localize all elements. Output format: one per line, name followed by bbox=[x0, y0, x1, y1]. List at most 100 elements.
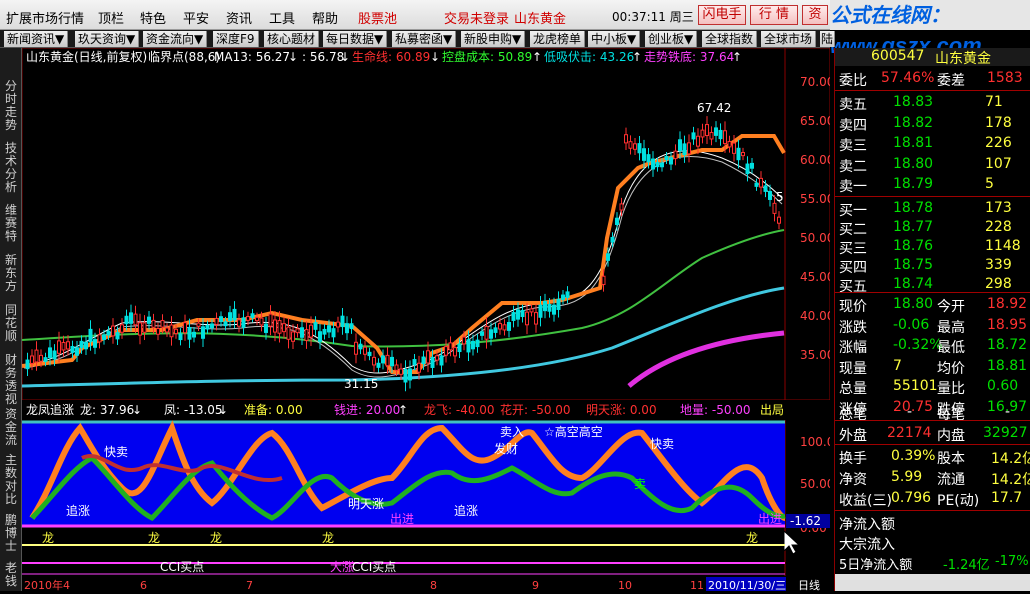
sidebar-item-tonghuashun[interactable]: 同花顺 bbox=[0, 304, 22, 346]
bid-price: 18.78 bbox=[893, 200, 934, 216]
fast-sell-label: 快卖 bbox=[104, 445, 128, 459]
tab-global-market[interactable]: 全球市场 bbox=[761, 31, 817, 47]
bottom-scroll-strip[interactable] bbox=[835, 574, 1030, 591]
info-button[interactable]: 资 bbox=[802, 5, 828, 25]
bid-volume: 228 bbox=[985, 219, 1012, 235]
menu-tools[interactable]: 工具 bbox=[269, 8, 295, 27]
stat-row: 现量 7 均价 18.81 bbox=[835, 356, 1030, 377]
tab-dragon-tiger[interactable]: 龙虎榜单 bbox=[530, 31, 586, 47]
life-line-arrow: ↓ bbox=[430, 50, 440, 64]
stat-label: 涨跌 bbox=[839, 319, 867, 336]
menu-feature[interactable]: 特色 bbox=[140, 8, 166, 27]
menu-pingan[interactable]: 平安 bbox=[183, 8, 209, 27]
per-trade-label: 每笔 bbox=[937, 407, 965, 423]
control-cost-arrow: ↑ bbox=[532, 50, 542, 64]
kline-chart-svg[interactable]: 山东黄金(日线,前复权) 临界点(88,6) MA13: 56.27 ↓ : 5… bbox=[21, 47, 834, 592]
sidebar-item-timeshare[interactable]: 分时走势 bbox=[0, 80, 22, 134]
x-label: 11 bbox=[690, 579, 704, 591]
tab-core-topic[interactable]: 核心题材 bbox=[264, 31, 320, 47]
tab-daily-data[interactable]: 每日数据▼ bbox=[323, 31, 388, 47]
trades-label: 总笔 bbox=[839, 407, 867, 423]
stat-value-2: 18.92 bbox=[987, 296, 1028, 312]
fund-value: 0.39% bbox=[891, 448, 936, 464]
flash-trade-button[interactable]: 闪电手 bbox=[698, 5, 746, 25]
stat-value-2: 18.72 bbox=[987, 337, 1028, 353]
y-tick: 50.00 bbox=[800, 231, 830, 245]
dragon-mark: 龙 bbox=[322, 531, 334, 545]
tab-ipo[interactable]: 新股申购▼ bbox=[461, 31, 526, 47]
quote-panel: 600547 山东黄金 委比 57.46% 委差 1583 卖五 18.83 71 卖… bbox=[834, 48, 1030, 591]
x-label: 2010年4 bbox=[24, 578, 70, 591]
sidebar-item-fund-flow[interactable]: 资金流 bbox=[0, 408, 22, 450]
ma13-value: MA13: 56.27 bbox=[214, 50, 290, 64]
fund-row: 收益(三) 0.796 PE(动) 17.7 bbox=[835, 488, 1030, 509]
outer-label: 外盘 bbox=[839, 428, 867, 444]
tab-gem[interactable]: 创业板▼ bbox=[645, 31, 698, 47]
weicha-label: 委差 bbox=[937, 73, 965, 89]
chase-label: 追涨 bbox=[66, 503, 90, 518]
ask-price: 18.80 bbox=[893, 155, 934, 172]
dragon-mark: 龙 bbox=[210, 531, 222, 545]
trades-value: - bbox=[907, 404, 913, 420]
low-price-label: 31.15 bbox=[344, 377, 378, 391]
sidebar-item-tech-analysis[interactable]: 技术分析 bbox=[0, 142, 22, 196]
side-label: 5 bbox=[776, 190, 784, 204]
ma-b-arrow: ↓ bbox=[340, 50, 350, 64]
ask-volume: 71 bbox=[985, 94, 1003, 110]
ask-label: 卖五 bbox=[839, 97, 867, 113]
tab-more[interactable]: 陆 bbox=[820, 31, 836, 47]
quote-button[interactable]: 行 情 bbox=[750, 5, 798, 25]
trend-bottom-arrow: ↑ bbox=[732, 50, 742, 64]
tab-private-fund[interactable]: 私募密函▼ bbox=[392, 31, 457, 47]
tab-news[interactable]: 新闻资讯▼ bbox=[4, 31, 69, 47]
sidebar-item-pengboshi[interactable]: 鹏博士 bbox=[0, 514, 22, 556]
tab-jiutian[interactable]: 玖天资询▼ bbox=[75, 31, 140, 47]
exit-label: 出局 bbox=[760, 403, 784, 417]
five-day-pct: -17% bbox=[995, 554, 1029, 569]
money-in-value: 钱进: 20.00 bbox=[334, 402, 400, 417]
dragon-fly-value: 龙飞: -40.00 bbox=[424, 403, 495, 417]
bid-price: 18.75 bbox=[893, 257, 934, 273]
fund-label-2: 股本 bbox=[937, 451, 965, 467]
fund-value-2: 14.2亿 bbox=[991, 451, 1030, 467]
tab-global-index[interactable]: 全球指数 bbox=[702, 31, 758, 47]
y-tick: 45.00 bbox=[800, 270, 830, 284]
sidebar-item-new-orient[interactable]: 新东方 bbox=[0, 254, 22, 296]
sidebar-item-laoqian[interactable]: 老钱 bbox=[0, 562, 22, 590]
stat-label-2: 量比 bbox=[937, 381, 965, 397]
inner-label: 内盘 bbox=[937, 428, 965, 444]
bid-volume: 339 bbox=[985, 257, 1012, 273]
login-status[interactable]: 交易未登录 bbox=[444, 8, 509, 27]
weibi-label: 委比 bbox=[839, 73, 867, 89]
sidebar-item-weisaite[interactable]: 维赛特 bbox=[0, 204, 22, 246]
clock: 00:37:11 周三 bbox=[612, 10, 694, 24]
y-tick: 65.00 bbox=[800, 114, 830, 128]
sidebar-item-main-compare[interactable]: 主数对比 bbox=[0, 454, 22, 508]
menu-help[interactable]: 帮助 bbox=[312, 8, 338, 27]
sidebar-item-finance[interactable]: 财务透视 bbox=[0, 354, 22, 408]
fund-value-2: 14.2亿 bbox=[991, 472, 1030, 488]
menu-top-bar[interactable]: 顶栏 bbox=[98, 8, 124, 27]
net-inflow-row: 净流入额 bbox=[835, 512, 1030, 533]
menu-ext-market[interactable]: 扩展市场行情 bbox=[6, 8, 84, 27]
stat-label: 现量 bbox=[839, 360, 867, 377]
tab-depth[interactable]: 深度F9 bbox=[213, 31, 259, 47]
separator bbox=[835, 510, 1030, 511]
x-label: 9 bbox=[532, 579, 539, 591]
fast-sell-label-2: 快卖 bbox=[650, 437, 674, 451]
long-arrow: ↓ bbox=[132, 403, 142, 417]
stat-value: 7 bbox=[893, 357, 902, 374]
stat-row: 涨幅 -0.32% 最低 18.72 bbox=[835, 335, 1030, 356]
stat-value-2: 18.81 bbox=[987, 357, 1028, 374]
tab-fund-flow[interactable]: 资金流向▼ bbox=[143, 31, 208, 47]
tab-sme[interactable]: 中小板▼ bbox=[588, 31, 641, 47]
chart-area[interactable]: 山东黄金(日线,前复权) 临界点(88,6) MA13: 56.27 ↓ : 5… bbox=[21, 47, 834, 592]
ask-volume: 5 bbox=[985, 176, 994, 192]
ask-label: 卖三 bbox=[839, 138, 867, 154]
ask-label: 卖四 bbox=[839, 117, 867, 134]
ask-label: 卖二 bbox=[839, 158, 867, 175]
menu-stock-pool[interactable]: 股票池 bbox=[358, 8, 397, 27]
menu-news[interactable]: 资讯 bbox=[226, 8, 252, 27]
big-inflow-row: 大宗流入 bbox=[835, 532, 1030, 553]
ma-b-value: : 56.78 bbox=[302, 50, 344, 64]
